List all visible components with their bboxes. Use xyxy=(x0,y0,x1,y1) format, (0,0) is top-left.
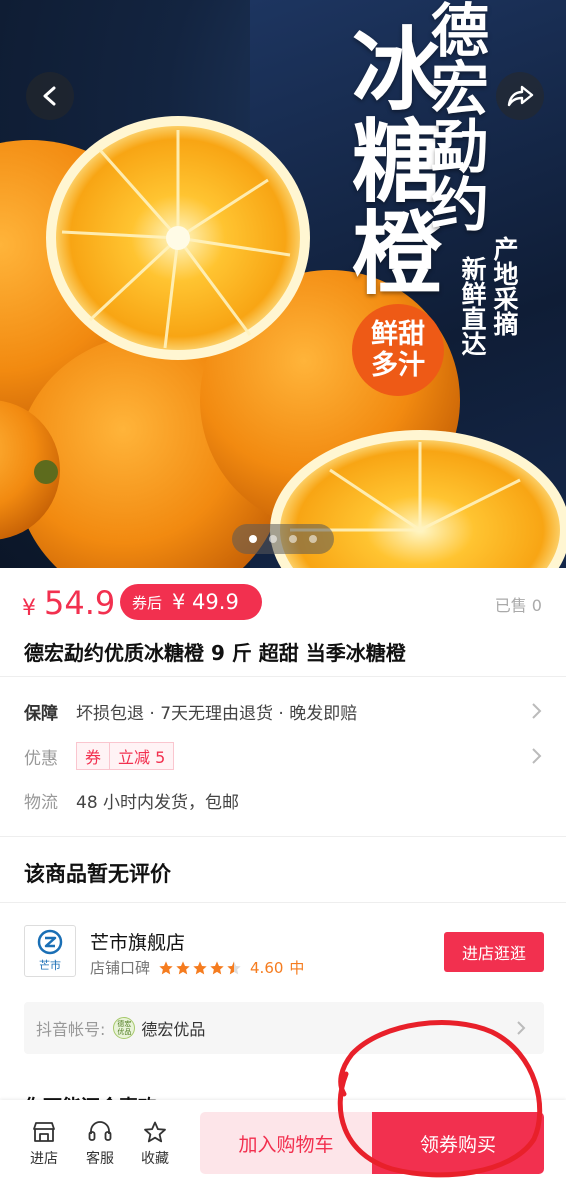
product-title: 德宏勐约优质冰糖橙 9 斤 超甜 当季冰糖橙 xyxy=(24,641,406,665)
hero-subtitle-2: 新鲜直达 xyxy=(458,256,487,356)
coupon-tag-label: 券 xyxy=(85,748,102,767)
price-row: ¥ 54.9 券后 ¥ 49.9 已售 0 xyxy=(22,584,546,628)
chevron-left-icon xyxy=(43,86,56,106)
store-rating: 店铺口碑 4.60 中 xyxy=(90,957,304,978)
store-name[interactable]: 芒市旗舰店 xyxy=(90,928,185,955)
star-icon xyxy=(210,960,224,974)
enter-store-tab[interactable]: 进店 xyxy=(20,1120,68,1168)
bottom-action-bar: 进店 客服 收藏 加入购物车 领券购买 xyxy=(0,1100,566,1190)
store-logo[interactable]: 芒市 xyxy=(24,925,76,977)
customer-service-tab[interactable]: 客服 xyxy=(76,1120,124,1168)
shipping-row: 物流 48 小时内发货，包邮 xyxy=(24,785,546,815)
carousel-indicator xyxy=(232,524,334,554)
store-logo-text: 芒市 xyxy=(39,959,61,972)
divider xyxy=(0,836,566,837)
star-icon xyxy=(193,960,207,974)
rating-score: 4.60 xyxy=(250,958,284,977)
favorite-tab-label: 收藏 xyxy=(141,1151,169,1167)
hero-title: 冰糖橙 xyxy=(336,22,441,298)
rating-stars xyxy=(158,960,242,976)
guarantee-row[interactable]: 保障 坏损包退 · 7天无理由退货 · 晚发即赔 xyxy=(24,696,546,726)
star-icon xyxy=(176,960,190,974)
coupon-price: ¥ 49.9 xyxy=(172,590,239,614)
favorite-tab[interactable]: 收藏 xyxy=(131,1120,179,1168)
carousel-dot xyxy=(269,535,277,543)
coupon-price-badge: 券后 ¥ 49.9 xyxy=(120,584,262,620)
hero-brand: 德宏勐约 xyxy=(421,0,489,232)
carousel-dot xyxy=(309,535,317,543)
coupon-tag-value: 立减 5 xyxy=(118,748,166,767)
star-outline-icon xyxy=(144,1121,166,1143)
carousel-dot-active xyxy=(249,535,257,543)
reviews-title: 该商品暂无评价 xyxy=(24,862,171,886)
store-logo-icon xyxy=(37,929,63,955)
price-currency: ¥ xyxy=(22,596,36,621)
guarantee-label: 保障 xyxy=(24,703,58,724)
account-avatar-icon: 德宏优品 xyxy=(113,1017,136,1039)
add-to-cart-button[interactable]: 加入购物车 xyxy=(200,1112,372,1174)
chevron-right-icon xyxy=(517,1021,526,1035)
shipping-label: 物流 xyxy=(24,792,58,813)
account-label: 抖音帐号: xyxy=(36,1020,106,1039)
claim-coupon-buy-button[interactable]: 领券购买 xyxy=(372,1112,544,1174)
sold-count: 已售 0 xyxy=(494,596,542,615)
promo-coupon-tag[interactable]: 券 立减 5 xyxy=(76,742,175,770)
douyin-account-row[interactable]: 抖音帐号: 德宏优品 德宏优品 xyxy=(24,1002,544,1054)
coupon-label: 券后 xyxy=(132,593,163,612)
service-tab-label: 客服 xyxy=(86,1151,114,1167)
promo-label: 优惠 xyxy=(24,748,58,769)
guarantee-value: 坏损包退 · 7天无理由退货 · 晚发即赔 xyxy=(76,703,358,724)
hero-badge: 鲜甜 多汁 xyxy=(352,304,444,396)
product-image-carousel[interactable]: 冰糖橙 德宏勐约 产地采摘 新鲜直达 鲜甜 多汁 xyxy=(0,0,566,568)
hero-subtitle-1: 产地采摘 xyxy=(490,236,519,336)
rating-label: 店铺口碑 xyxy=(90,959,151,977)
account-name: 德宏优品 xyxy=(141,1020,206,1039)
divider xyxy=(0,676,566,677)
shipping-value: 48 小时内发货，包邮 xyxy=(76,792,240,813)
chevron-right-icon xyxy=(532,748,542,764)
store-tab-label: 进店 xyxy=(30,1151,58,1167)
share-button[interactable] xyxy=(496,72,544,120)
divider xyxy=(0,902,566,903)
star-icon xyxy=(159,960,173,974)
price-value: 54.9 xyxy=(44,584,116,622)
headset-icon xyxy=(88,1121,112,1141)
half-star-icon xyxy=(227,960,241,974)
enter-store-button[interactable]: 进店逛逛 xyxy=(444,932,544,972)
chevron-right-icon xyxy=(532,703,542,719)
carousel-dot xyxy=(289,535,297,543)
back-button[interactable] xyxy=(26,72,74,120)
store-icon xyxy=(33,1122,55,1142)
rating-level: 中 xyxy=(289,959,305,977)
promo-row[interactable]: 优惠 券 立减 5 xyxy=(24,741,546,771)
share-icon xyxy=(507,85,534,107)
